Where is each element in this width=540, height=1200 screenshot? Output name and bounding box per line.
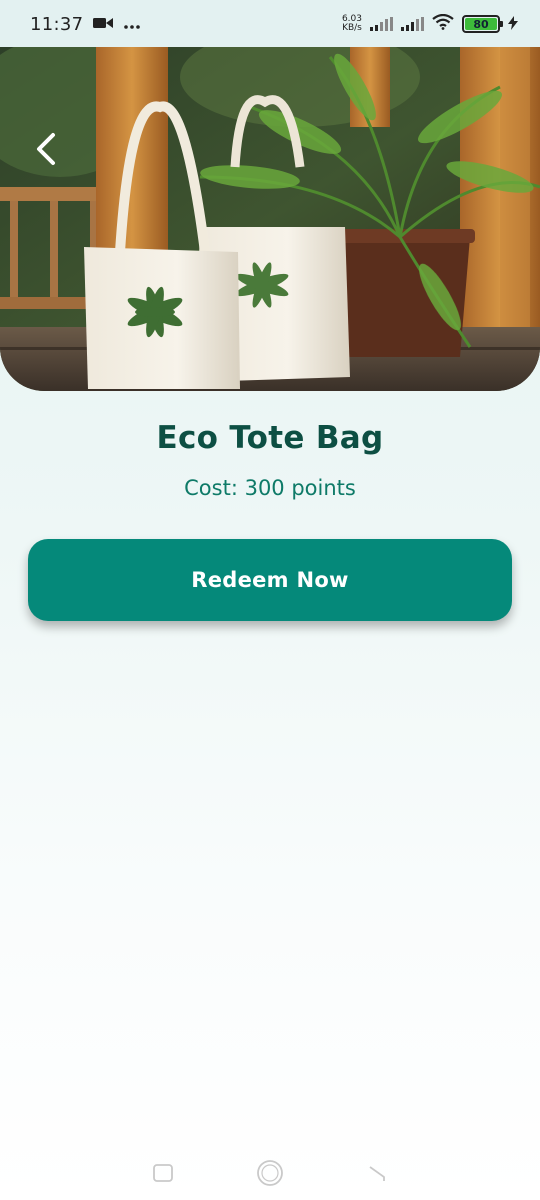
battery-level: 80 <box>465 18 497 31</box>
back-button[interactable] <box>26 127 66 171</box>
signal-icon <box>370 17 393 31</box>
battery-icon: 80 <box>462 15 503 33</box>
redeem-now-button[interactable]: Redeem Now <box>28 539 512 621</box>
recent-apps-icon <box>153 1164 174 1182</box>
net-speed-unit: KB/s <box>342 23 362 33</box>
home-button[interactable] <box>250 1153 290 1193</box>
more-dots-icon <box>123 15 141 34</box>
signal-icon <box>401 17 424 31</box>
recent-apps-button[interactable] <box>143 1153 183 1193</box>
chevron-left-icon <box>37 133 55 165</box>
status-time: 11:37 <box>30 13 84 35</box>
home-icon <box>257 1160 283 1186</box>
tote-bag-photo <box>0 47 540 391</box>
status-right: 6.03 KB/s 80 <box>342 13 518 34</box>
status-bar: 11:37 6.03 KB/s 80 <box>0 0 540 48</box>
charging-icon <box>508 15 518 34</box>
status-left: 11:37 <box>30 14 141 35</box>
product-image <box>0 47 540 391</box>
product-title: Eco Tote Bag <box>156 420 384 456</box>
system-nav-bar <box>0 1146 540 1200</box>
wifi-icon <box>432 13 454 34</box>
product-cost: Cost: 300 points <box>184 476 356 500</box>
net-speed: 6.03 KB/s <box>342 15 362 33</box>
back-icon <box>369 1166 385 1181</box>
back-nav-button[interactable] <box>357 1153 397 1193</box>
video-camera-icon <box>93 15 114 34</box>
